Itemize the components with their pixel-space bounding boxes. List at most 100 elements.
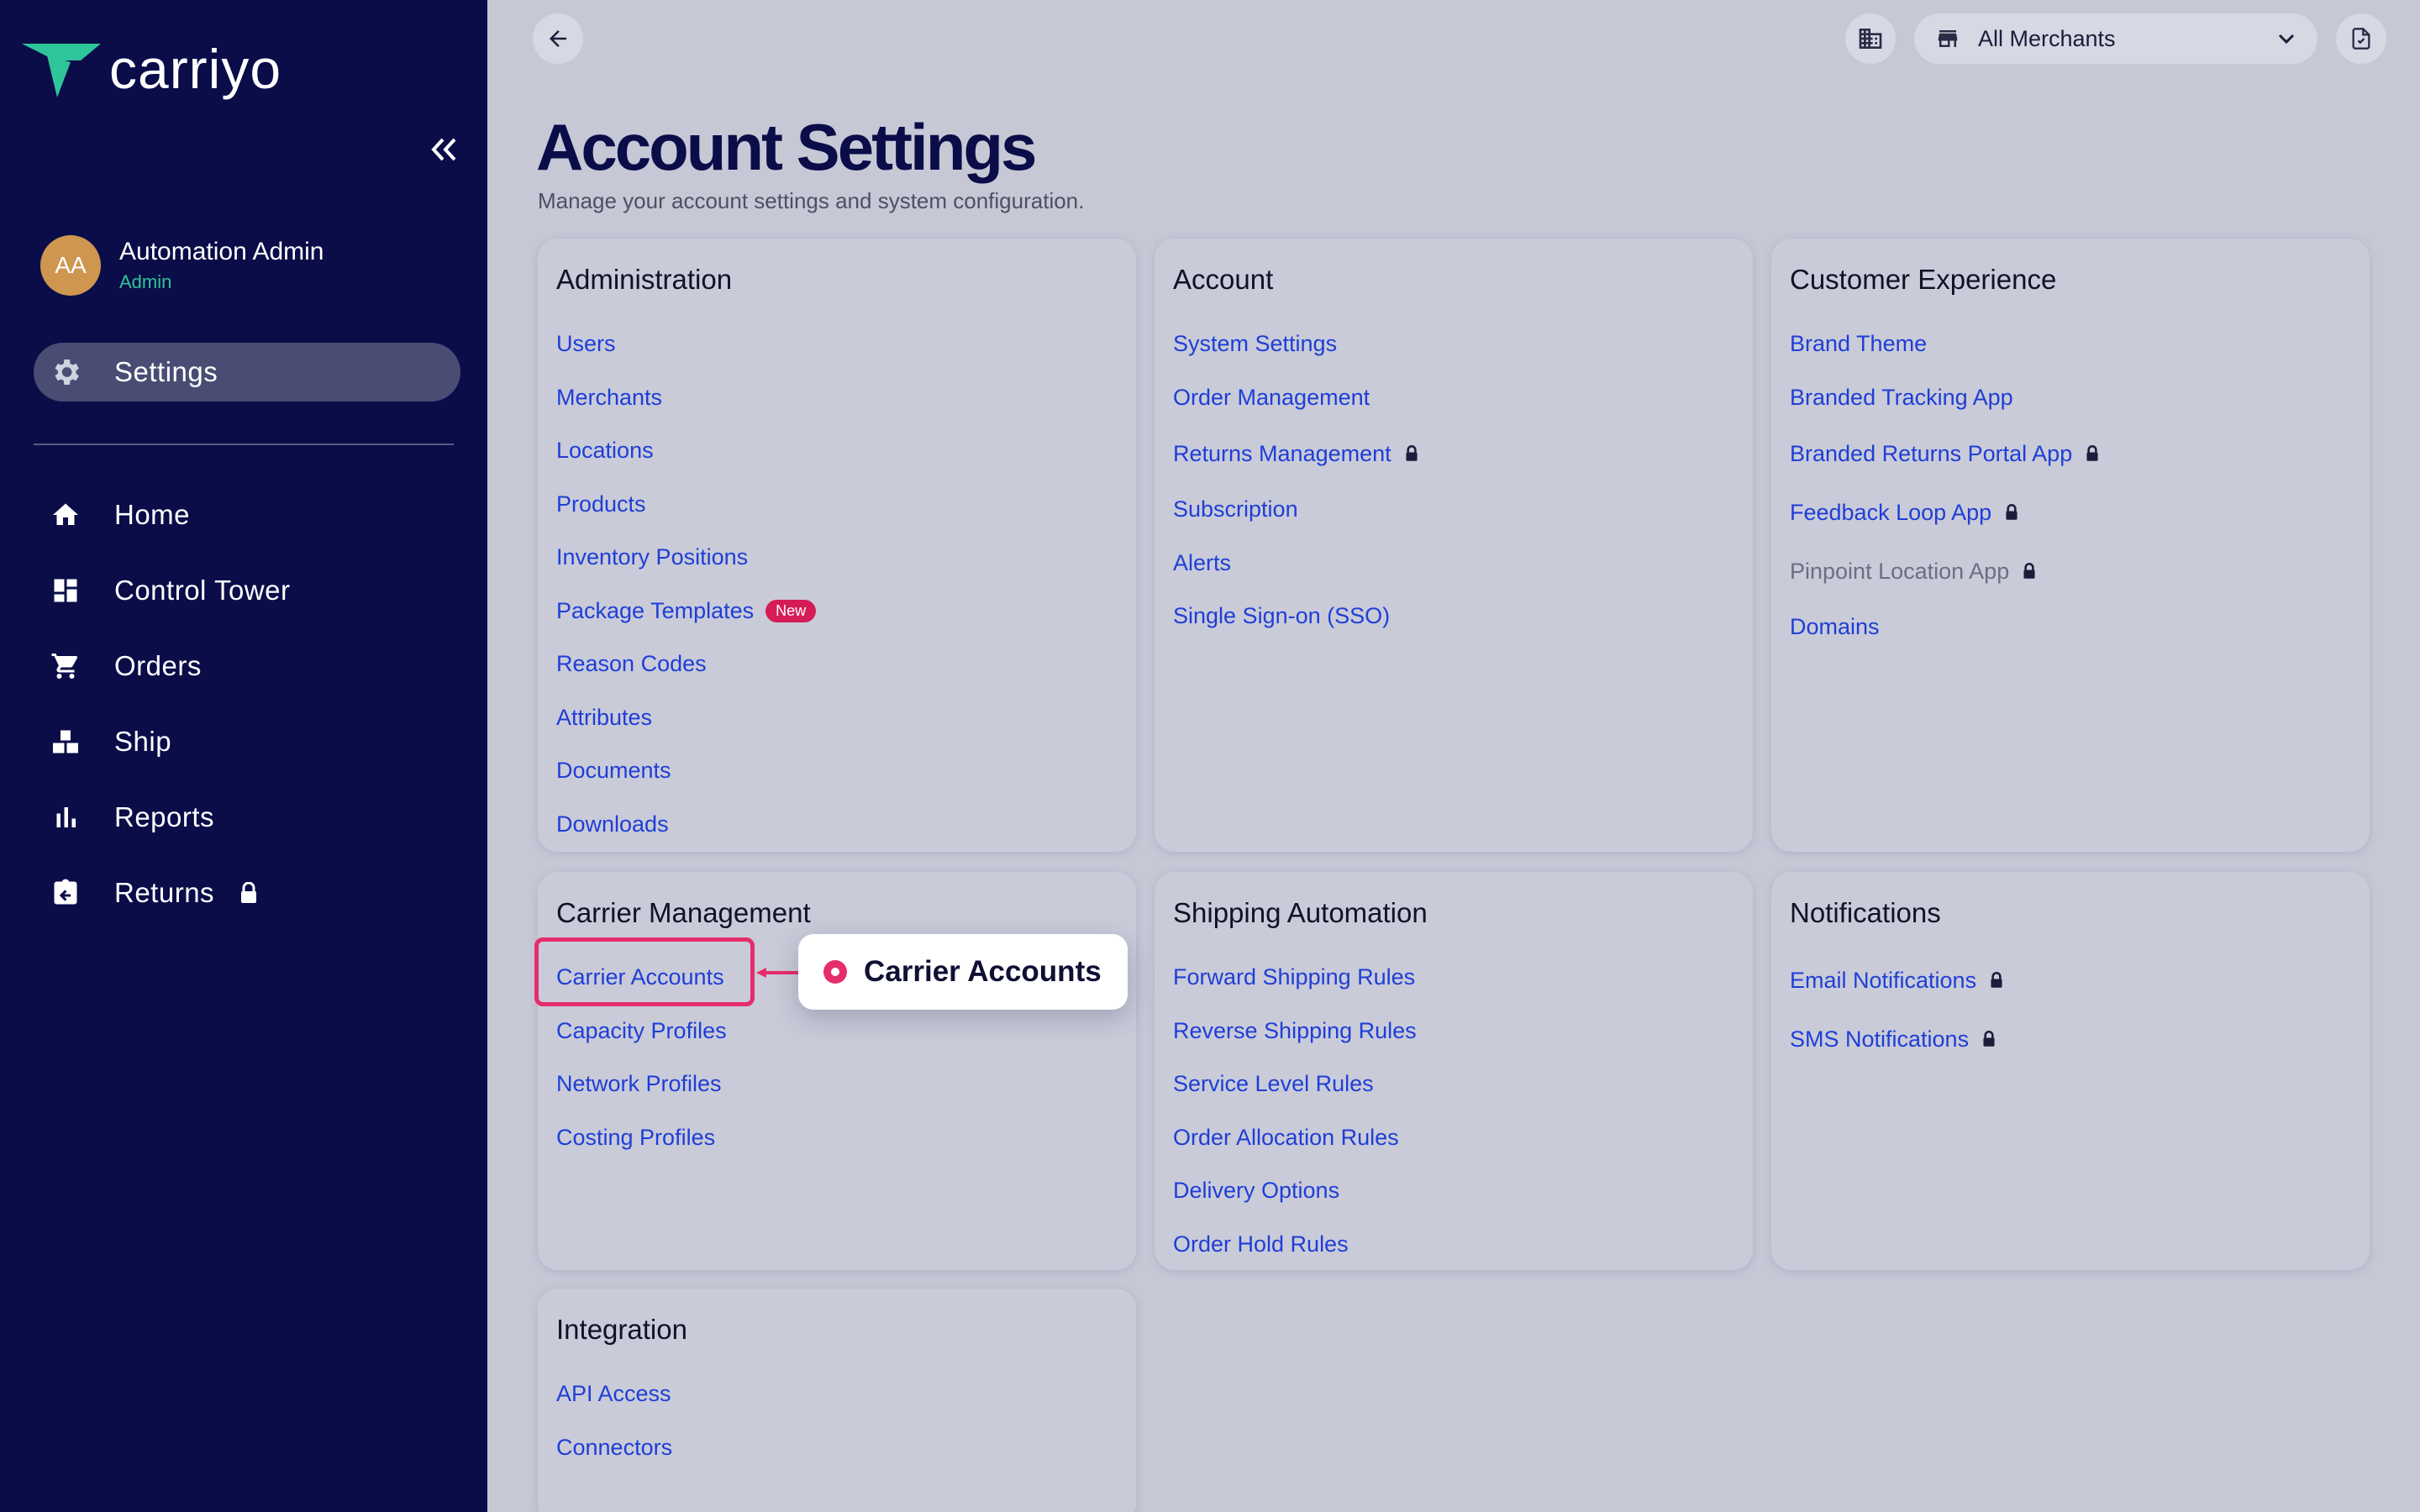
link-forward-shipping-rules[interactable]: Forward Shipping Rules <box>1173 951 1734 1005</box>
card-integration: Integration API Access Connectors <box>538 1289 1136 1512</box>
link-single-sign-on[interactable]: Single Sign-on (SSO) <box>1173 590 1734 643</box>
link-label: Returns Management <box>1173 440 1392 466</box>
link-connectors[interactable]: Connectors <box>556 1421 1118 1475</box>
card-title: Notifications <box>1790 897 1941 928</box>
double-chevron-left-icon <box>431 138 456 161</box>
card-title: Customer Experience <box>1790 264 2057 295</box>
link-reason-codes[interactable]: Reason Codes <box>556 638 1118 691</box>
link-email-notifications[interactable]: Email Notifications <box>1790 951 2351 1010</box>
dashboard-icon <box>47 572 84 609</box>
sidebar-item-home[interactable]: Home <box>34 477 460 553</box>
carriyo-logo[interactable]: carriyo <box>22 37 281 101</box>
lock-icon <box>1982 1031 1996 1047</box>
card-title: Administration <box>556 264 733 295</box>
sidebar-item-label: Settings <box>114 356 218 387</box>
lock-icon <box>2086 445 2099 462</box>
card-account: Account System Settings Order Management… <box>1155 239 1753 852</box>
link-products[interactable]: Products <box>556 478 1118 532</box>
sidebar: carriyo AA Automation Admin Admin Settin… <box>0 0 487 1512</box>
callout-label: Carrier Accounts <box>864 955 1102 988</box>
link-capacity-profiles[interactable]: Capacity Profiles <box>556 1005 1118 1058</box>
merchant-select[interactable]: All Merchants <box>1914 13 2317 64</box>
link-label: Package Templates <box>556 597 755 623</box>
link-domains[interactable]: Domains <box>1790 601 2351 654</box>
link-system-settings[interactable]: System Settings <box>1173 318 1734 371</box>
lock-icon <box>2023 563 2036 580</box>
sidebar-item-orders[interactable]: Orders <box>34 628 460 704</box>
link-label: Feedback Loop App <box>1790 499 1992 525</box>
link-label: Branded Returns Portal App <box>1790 440 2073 466</box>
sidebar-item-control-tower[interactable]: Control Tower <box>34 553 460 628</box>
link-order-allocation-rules[interactable]: Order Allocation Rules <box>1173 1111 1734 1165</box>
link-branded-returns-portal-app[interactable]: Branded Returns Portal App <box>1790 424 2351 483</box>
sidebar-item-label: Control Tower <box>114 575 291 606</box>
link-merchants[interactable]: Merchants <box>556 371 1118 425</box>
link-network-profiles[interactable]: Network Profiles <box>556 1058 1118 1111</box>
highlight-box <box>534 937 755 1006</box>
card-shipping-automation: Shipping Automation Forward Shipping Rul… <box>1155 872 1753 1270</box>
sidebar-item-label: Orders <box>114 650 202 681</box>
link-branded-tracking-app[interactable]: Branded Tracking App <box>1790 371 2351 425</box>
sidebar-item-label: Reports <box>114 801 215 832</box>
return-box-icon <box>47 874 84 911</box>
link-costing-profiles[interactable]: Costing Profiles <box>556 1111 1118 1165</box>
tooltip-callout: Carrier Accounts <box>798 934 1128 1010</box>
lock-icon <box>1990 972 2003 989</box>
link-service-level-rules[interactable]: Service Level Rules <box>1173 1058 1734 1111</box>
link-feedback-loop-app[interactable]: Feedback Loop App <box>1790 483 2351 542</box>
back-button[interactable] <box>533 13 583 64</box>
link-reverse-shipping-rules[interactable]: Reverse Shipping Rules <box>1173 1005 1734 1058</box>
collapse-sidebar-button[interactable] <box>424 133 464 166</box>
sidebar-item-label: Ship <box>114 726 172 757</box>
sidebar-item-settings[interactable]: Settings <box>34 343 460 402</box>
link-pinpoint-location-app: Pinpoint Location App <box>1790 542 2351 601</box>
link-brand-theme[interactable]: Brand Theme <box>1790 318 2351 371</box>
link-users[interactable]: Users <box>556 318 1118 371</box>
page-subtitle: Manage your account settings and system … <box>538 188 1085 213</box>
sidebar-item-ship[interactable]: Ship <box>34 704 460 780</box>
lock-icon <box>2005 504 2018 521</box>
gear-icon <box>47 354 84 391</box>
link-label: Email Notifications <box>1790 967 1977 993</box>
link-package-templates[interactable]: Package Templates New <box>556 585 1118 638</box>
link-sms-notifications[interactable]: SMS Notifications <box>1790 1010 2351 1068</box>
sidebar-item-reports[interactable]: Reports <box>34 780 460 855</box>
link-order-management[interactable]: Order Management <box>1173 371 1734 425</box>
card-notifications: Notifications Email Notifications SMS No… <box>1771 872 2370 1270</box>
user-profile[interactable]: AA Automation Admin Admin <box>40 235 324 296</box>
cart-icon <box>47 648 84 685</box>
link-label: SMS Notifications <box>1790 1026 1970 1052</box>
avatar: AA <box>40 235 101 296</box>
link-returns-management[interactable]: Returns Management <box>1173 424 1734 483</box>
store-icon <box>1938 30 1958 47</box>
document-check-icon <box>2352 28 2370 50</box>
home-icon <box>47 496 84 533</box>
building-icon <box>1859 29 1882 49</box>
card-title: Integration <box>556 1314 687 1345</box>
link-label: Pinpoint Location App <box>1790 558 2010 584</box>
link-documents[interactable]: Documents <box>556 744 1118 798</box>
sidebar-divider <box>34 444 454 445</box>
sidebar-nav: Home Control Tower Orders Ship Reports R… <box>34 477 460 931</box>
card-administration: Administration Users Merchants Locations… <box>538 239 1136 852</box>
organization-button[interactable] <box>1845 13 1896 64</box>
link-api-access[interactable]: API Access <box>556 1368 1118 1421</box>
card-title: Account <box>1173 264 1274 295</box>
card-title: Shipping Automation <box>1173 897 1428 928</box>
user-role: Admin <box>119 271 172 292</box>
lock-icon <box>1405 445 1418 462</box>
user-name: Automation Admin <box>119 238 324 265</box>
link-downloads[interactable]: Downloads <box>556 798 1118 852</box>
link-locations[interactable]: Locations <box>556 424 1118 478</box>
link-order-hold-rules[interactable]: Order Hold Rules <box>1173 1218 1734 1272</box>
page-title: Account Settings <box>536 110 1037 184</box>
document-button[interactable] <box>2336 13 2386 64</box>
link-subscription[interactable]: Subscription <box>1173 483 1734 537</box>
sidebar-item-returns[interactable]: Returns <box>34 855 460 931</box>
arrow-left-icon <box>550 30 566 47</box>
link-alerts[interactable]: Alerts <box>1173 537 1734 591</box>
link-attributes[interactable]: Attributes <box>556 691 1118 745</box>
link-inventory-positions[interactable]: Inventory Positions <box>556 531 1118 585</box>
link-delivery-options[interactable]: Delivery Options <box>1173 1164 1734 1218</box>
merchant-select-value: All Merchants <box>1978 25 2116 51</box>
